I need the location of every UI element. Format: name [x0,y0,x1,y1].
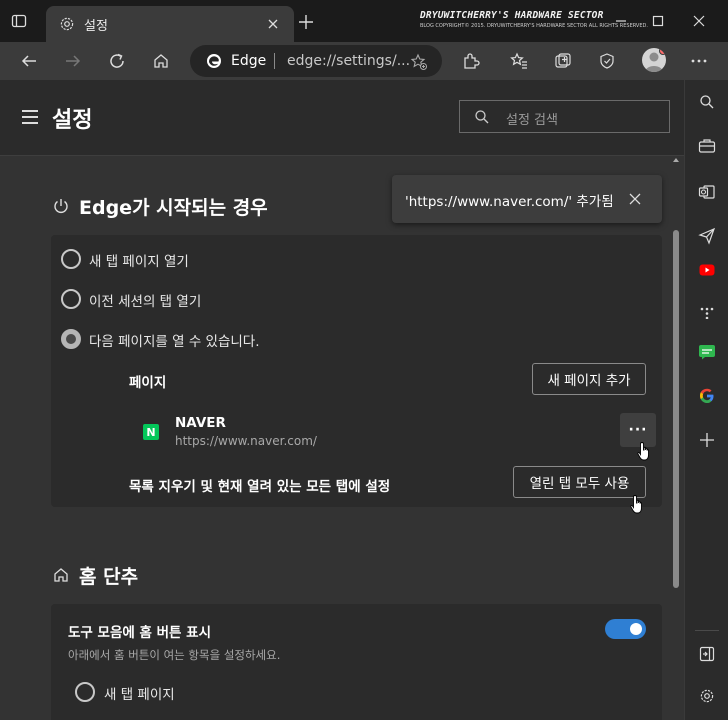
forward-button[interactable] [62,50,84,72]
hand-cursor-icon [630,495,642,514]
home-option-new-tab: 새 탭 페이지 [104,687,175,703]
home-description: 아래에서 홈 버튼이 여는 항목을 설정하세요. [68,648,281,662]
radio-button[interactable] [75,682,95,702]
page-title: 설정 [52,108,93,133]
send-icon[interactable] [697,226,717,246]
avatar[interactable] [642,48,666,72]
youtube-icon[interactable] [697,260,717,280]
browser-essentials-icon[interactable] [596,50,618,72]
line-app-icon[interactable] [697,342,717,362]
radio-button[interactable] [61,249,81,269]
site-name: Edge [231,53,267,69]
new-tab-button[interactable] [296,12,316,32]
sidebar-divider [695,630,719,631]
toolbar: Edge edge://settings/... [0,42,728,80]
radio-label: 새 탭 페이지 열기 [89,254,189,270]
refresh-button[interactable] [106,50,128,72]
outlook-icon[interactable] [697,182,717,202]
hand-cursor-icon [637,442,649,461]
extensions-icon[interactable] [460,50,482,72]
search-placeholder: 설정 검색 [506,113,558,128]
maximize-button[interactable] [649,12,667,30]
more-options-icon: ··· [628,422,648,438]
address-bar[interactable]: Edge edge://settings/... [190,45,442,77]
notification-dot [659,48,666,55]
radio-label: 이전 세션의 탭 열기 [89,294,202,310]
toast-text: 'https://www.naver.com/' 추가됨 [405,194,614,210]
add-sidebar-app-icon[interactable] [697,430,717,450]
add-new-page-button[interactable]: 새 페이지 추가 [532,363,646,395]
power-icon [52,197,70,215]
watermark-copyright: BLOG COPYRIGHT© 2015. DRYUWITCHERRY'S HA… [420,23,648,29]
page-url: https://www.naver.com/ [175,434,317,448]
close-icon[interactable] [264,15,282,33]
clear-and-use-open-tabs-label: 목록 지우기 및 현재 열려 있는 모든 탭에 설정 [129,479,391,495]
radio-button[interactable] [61,289,81,309]
hide-sidebar-icon[interactable] [697,644,717,664]
toast-notification: 'https://www.naver.com/' 추가됨 [392,175,662,223]
google-icon[interactable] [697,386,717,406]
watermark-title: DRYUWITCHERRY'S HARDWARE SECTOR [420,10,604,21]
tab-settings[interactable]: 설정 [46,6,294,42]
window-close-button[interactable] [690,12,708,30]
menu-icon[interactable] [22,110,38,124]
add-favorite-icon[interactable] [410,53,428,71]
more-menu-icon[interactable] [688,50,710,72]
home-button[interactable] [150,50,172,72]
address-divider [274,53,275,69]
settings-page: 설정 설정 검색 Edge가 시작되는 경우 새 탭 페이지 열기 이전 세션의… [0,80,684,720]
watermark: DRYUWITCHERRY'S HARDWARE SECTOR BLOG COP… [420,10,648,36]
sidebar-settings-icon[interactable] [697,686,717,706]
dotted-app-icon[interactable] [697,302,717,322]
home-toggle-label: 도구 모음에 홈 버튼 표시 [68,625,211,641]
sidebar-search-icon[interactable] [697,92,717,112]
home-button-toggle[interactable] [605,619,646,639]
scrollbar-thumb[interactable] [673,230,679,588]
home-card: 도구 모음에 홈 버튼 표시 아래에서 홈 버튼이 여는 항목을 설정하세요. … [51,604,662,720]
search-icon [474,109,490,125]
close-icon[interactable] [628,191,644,207]
minimize-button[interactable] [612,12,630,30]
radio-button-checked[interactable] [61,329,81,349]
back-button[interactable] [18,50,40,72]
naver-favicon-icon: N [143,424,159,440]
page-name: NAVER [175,415,226,431]
tools-icon[interactable] [697,136,717,156]
home-icon [52,566,70,584]
settings-header: 설정 설정 검색 [0,80,684,156]
gear-icon [58,15,76,33]
home-section-title: 홈 단추 [79,566,139,588]
url-text: edge://settings/... [287,53,411,69]
edge-sidebar [684,80,728,720]
edge-logo-icon [206,53,222,69]
title-bar: 설정 DRYUWITCHERRY'S HARDWARE SECTOR BLOG … [0,0,728,42]
collections-icon[interactable] [552,50,574,72]
pages-label: 페이지 [129,375,167,391]
startup-card: 새 탭 페이지 열기 이전 세션의 탭 열기 다음 페이지를 열 수 있습니다.… [51,235,662,507]
favorites-icon[interactable] [508,50,530,72]
startup-section-title: Edge가 시작되는 경우 [79,197,268,219]
radio-label: 다음 페이지를 열 수 있습니다. [89,334,260,350]
tab-actions-icon[interactable] [8,10,30,32]
search-input[interactable]: 설정 검색 [459,100,670,133]
scrollbar[interactable] [672,156,680,720]
tab-title: 설정 [84,18,108,34]
use-all-open-tabs-button[interactable]: 열린 탭 모두 사용 [513,466,646,498]
